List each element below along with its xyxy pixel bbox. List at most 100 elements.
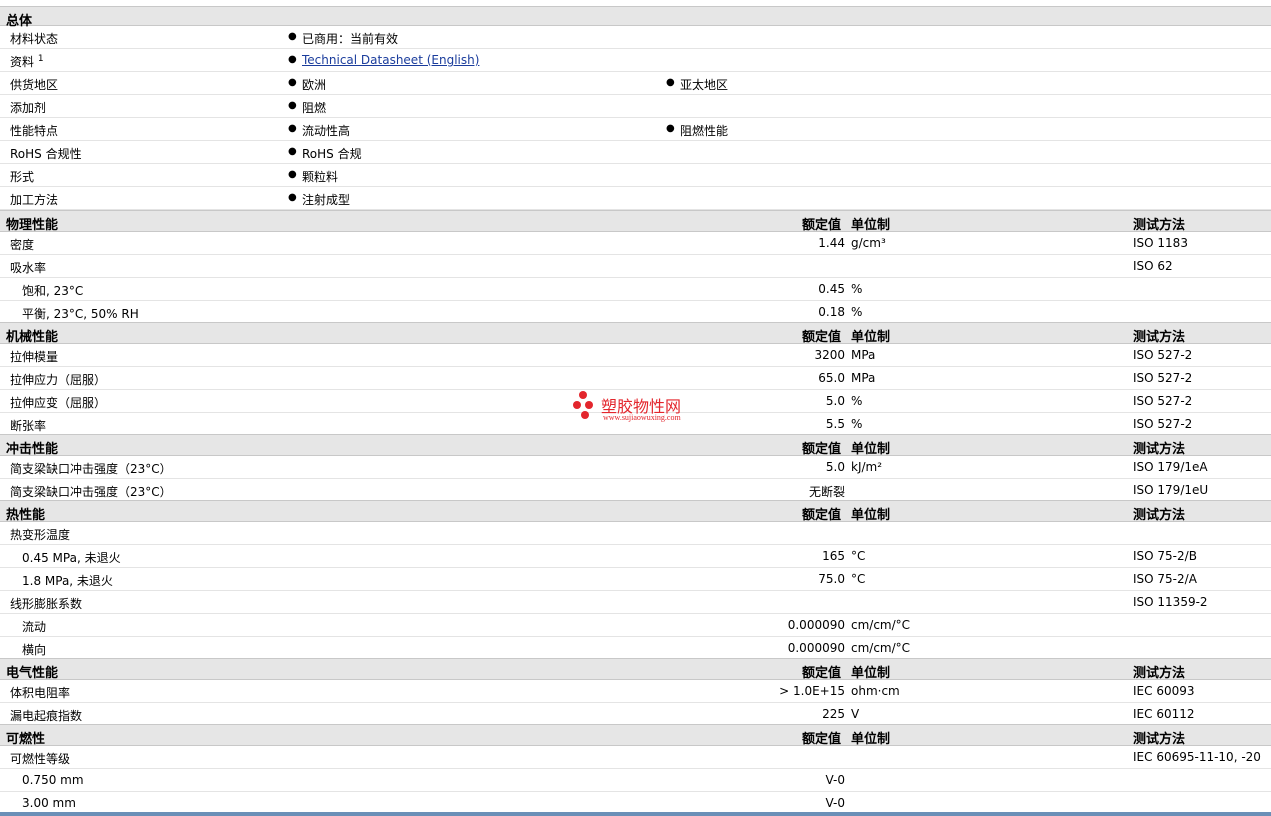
bullet-icon: ● bbox=[288, 192, 297, 203]
property-row: 简支梁缺口冲击强度（23°C） 5.0 kJ/m² ISO 179/1eA bbox=[0, 456, 1271, 479]
test-method: ISO 527-2 bbox=[1133, 394, 1193, 408]
property-label: 资料 1 bbox=[10, 54, 44, 69]
method-column-header: 测试方法 bbox=[1133, 666, 1186, 681]
property-value: 阻燃性能 bbox=[680, 124, 729, 138]
property-row-processing: 加工方法 ● 注射成型 bbox=[0, 187, 1271, 210]
property-value: 65.0 bbox=[818, 371, 845, 385]
property-label: 断张率 bbox=[10, 419, 47, 433]
property-row: 流动 0.000090 cm/cm/°C bbox=[0, 614, 1271, 637]
property-label: 加工方法 bbox=[10, 193, 59, 207]
property-row: 饱和, 23°C 0.45% bbox=[0, 278, 1271, 301]
property-value: 5.5 bbox=[825, 417, 845, 431]
property-value: 注射成型 bbox=[302, 193, 351, 207]
property-unit: V bbox=[851, 707, 860, 721]
property-value: 1.44 bbox=[818, 236, 845, 250]
section-header-electrical: 电气性能 额定值 单位制 测试方法 bbox=[0, 658, 1271, 681]
bullet-icon: ● bbox=[288, 31, 297, 42]
section-title: 热性能 bbox=[6, 508, 46, 523]
property-label: 可燃性等级 bbox=[10, 752, 71, 766]
property-label: 饱和, 23°C bbox=[22, 284, 84, 298]
property-value: 5.0 bbox=[825, 394, 845, 408]
property-value: 已商用：当前有效 bbox=[302, 32, 399, 46]
property-label: 供货地区 bbox=[10, 78, 59, 92]
section-title: 电气性能 bbox=[6, 666, 59, 681]
property-label: 拉伸应变（屈服） bbox=[10, 396, 107, 410]
method-column-header: 测试方法 bbox=[1133, 218, 1186, 233]
bullet-icon: ● bbox=[666, 77, 675, 88]
bullet-icon: ● bbox=[288, 54, 297, 65]
bullet-icon: ● bbox=[288, 169, 297, 180]
property-label: 密度 bbox=[10, 238, 35, 252]
test-method: ISO 62 bbox=[1133, 259, 1173, 273]
section-header-general: 总体 bbox=[0, 6, 1271, 29]
property-row: 横向 0.000090 cm/cm/°C bbox=[0, 637, 1271, 660]
section-header-physical: 物理性能 额定值 单位制 测试方法 bbox=[0, 210, 1271, 233]
property-label: 0.45 MPa, 未退火 bbox=[22, 551, 121, 565]
property-label: 拉伸应力（屈服） bbox=[10, 373, 107, 387]
property-label: 材料状态 bbox=[10, 32, 59, 46]
property-label: 性能特点 bbox=[10, 124, 59, 138]
value-column-header: 额定值 bbox=[802, 732, 842, 747]
method-column-header: 测试方法 bbox=[1133, 330, 1186, 345]
property-value: 0.000090 bbox=[787, 641, 845, 655]
unit-column-header: 单位制 bbox=[851, 330, 891, 345]
property-row: 简支梁缺口冲击强度（23°C） 无断裂 ISO 179/1eU bbox=[0, 479, 1271, 502]
property-row: 拉伸应力（屈服） 65.0 MPa ISO 527-2 bbox=[0, 367, 1271, 390]
property-value: 亚太地区 bbox=[680, 78, 729, 92]
property-unit: MPa bbox=[851, 348, 876, 362]
unit-column-header: 单位制 bbox=[851, 218, 891, 233]
section-title: 冲击性能 bbox=[6, 442, 59, 457]
section-title: 机械性能 bbox=[6, 330, 59, 345]
property-label: 热变形温度 bbox=[10, 528, 71, 542]
watermark-logo: 塑胶物性网 www.sujiaowuxing.com bbox=[573, 389, 703, 425]
property-row-features: 性能特点 ● 流动性高 ● 阻燃性能 bbox=[0, 118, 1271, 141]
property-label: 简支梁缺口冲击强度（23°C） bbox=[10, 462, 172, 476]
property-value: 流动性高 bbox=[302, 124, 351, 138]
bullet-icon: ● bbox=[288, 100, 297, 111]
method-column-header: 测试方法 bbox=[1133, 508, 1186, 523]
property-value: 165 bbox=[822, 549, 845, 563]
property-value: 75.0 bbox=[818, 572, 845, 586]
property-value: > 1.0E+15 bbox=[779, 684, 845, 698]
property-value: RoHS 合规 bbox=[302, 147, 362, 161]
test-method: ISO 179/1eU bbox=[1133, 483, 1209, 497]
property-row-rohs: RoHS 合规性 ● RoHS 合规 bbox=[0, 141, 1271, 164]
property-label: 0.750 mm bbox=[22, 773, 84, 787]
property-value: 3200 bbox=[814, 348, 845, 362]
property-row-additive: 添加剂 ● 阻燃 bbox=[0, 95, 1271, 118]
value-column-header: 额定值 bbox=[802, 508, 842, 523]
section-header-flammability: 可燃性 额定值 单位制 测试方法 bbox=[0, 724, 1271, 747]
property-value: 5.0 bbox=[825, 460, 845, 474]
bottom-bar bbox=[0, 812, 1271, 816]
value-column-header: 额定值 bbox=[802, 666, 842, 681]
property-unit: ohm·cm bbox=[851, 684, 900, 698]
property-row: 0.750 mm V-0 bbox=[0, 769, 1271, 792]
property-label: 3.00 mm bbox=[22, 796, 76, 810]
property-row-region: 供货地区 ● 欧洲 ● 亚太地区 bbox=[0, 72, 1271, 95]
test-method: IEC 60093 bbox=[1133, 684, 1195, 698]
unit-column-header: 单位制 bbox=[851, 508, 891, 523]
property-row-form: 形式 ● 颗粒料 bbox=[0, 164, 1271, 187]
test-method: ISO 75-2/A bbox=[1133, 572, 1197, 586]
technical-datasheet-link[interactable]: Technical Datasheet (English) bbox=[302, 53, 479, 67]
bullet-icon: ● bbox=[288, 123, 297, 134]
value-column-header: 额定值 bbox=[802, 218, 842, 233]
test-method: ISO 527-2 bbox=[1133, 417, 1193, 431]
test-method: ISO 179/1eA bbox=[1133, 460, 1208, 474]
property-unit: g/cm³ bbox=[851, 236, 886, 250]
property-value: 0.45 bbox=[818, 282, 845, 296]
property-unit: cm/cm/°C bbox=[851, 641, 911, 655]
property-value: 225 bbox=[822, 707, 845, 721]
bullet-icon: ● bbox=[666, 123, 675, 134]
property-row: 0.45 MPa, 未退火 165 °C ISO 75-2/B bbox=[0, 545, 1271, 568]
section-header-thermal: 热性能 额定值 单位制 测试方法 bbox=[0, 500, 1271, 523]
property-unit: °C bbox=[851, 549, 866, 563]
property-unit: cm/cm/°C bbox=[851, 618, 911, 632]
property-row-documents: 资料 1 ● Technical Datasheet (English) bbox=[0, 49, 1271, 72]
unit-column-header: 单位制 bbox=[851, 732, 891, 747]
property-row: 吸水率 ISO 62 bbox=[0, 255, 1271, 278]
property-label: 添加剂 bbox=[10, 101, 47, 115]
bullet-icon: ● bbox=[288, 77, 297, 88]
test-method: IEC 60112 bbox=[1133, 707, 1195, 721]
test-method: ISO 527-2 bbox=[1133, 371, 1193, 385]
